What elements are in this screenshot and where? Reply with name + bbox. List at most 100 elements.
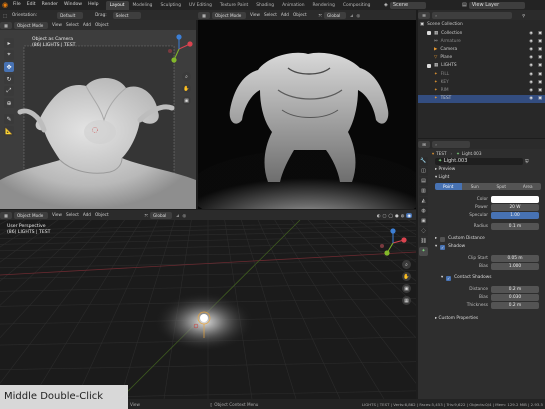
editor-type-icon[interactable]: ▦ [198, 11, 210, 19]
mode-dropdown[interactable]: Object Mode [212, 11, 246, 19]
transform-tool-icon[interactable]: ⊕ [4, 98, 14, 108]
menu-view[interactable]: View [50, 21, 64, 29]
light-section[interactable]: ▾ Light [431, 174, 545, 182]
world-tab-icon[interactable]: ◍ [419, 207, 428, 216]
pan-hand-icon[interactable]: ✋ [402, 272, 411, 281]
outliner-item-plane[interactable]: ▽ Plane ◉ ▣ [418, 54, 545, 62]
menu-select[interactable]: Select [64, 21, 81, 29]
fake-user-icon[interactable]: ⛨ [525, 159, 529, 165]
viewport-perspective[interactable]: User Perspective (86) LIGHTS | TEST ⌕ ✋ … [0, 210, 416, 399]
menu-add[interactable]: Add [81, 211, 93, 219]
menu-file[interactable]: File [10, 0, 24, 10]
transform-orientation-dropdown[interactable]: Global [323, 11, 346, 19]
editor-type-icon[interactable]: ▦ [0, 21, 12, 29]
drag-dropdown[interactable]: Select Box [112, 11, 141, 25]
render-camera-icon[interactable]: ▣ [538, 96, 542, 101]
transform-orientation-icon[interactable]: ⤧ [145, 213, 148, 218]
navigation-gizmo[interactable] [378, 228, 408, 258]
visibility-eye-icon[interactable]: ◉ [529, 47, 533, 52]
custom-properties-section[interactable]: ▸ Custom Properties [431, 315, 545, 323]
exclude-checkbox-icon[interactable] [427, 63, 431, 68]
proportional-edit-icon[interactable]: ◎ [182, 213, 186, 218]
outliner-scene-collection[interactable]: ▣ Scene Collection [418, 20, 545, 29]
workspace-tab-texture-paint[interactable]: Texture Paint [216, 1, 252, 10]
wireframe-shading-icon[interactable]: ◯ [388, 213, 393, 218]
render-camera-icon[interactable]: ▣ [538, 88, 542, 93]
workspace-tab-compositing[interactable]: Compositing [339, 1, 375, 10]
move-tool-icon[interactable]: ✥ [4, 62, 14, 72]
visibility-eye-icon[interactable]: ◉ [529, 80, 533, 85]
visibility-eye-icon[interactable]: ◉ [529, 96, 533, 101]
scale-tool-icon[interactable]: ⤢ [4, 86, 14, 96]
exclude-checkbox-icon[interactable] [427, 31, 431, 36]
navigation-gizmo[interactable] [164, 34, 194, 64]
workspace-tab-animation[interactable]: Animation [278, 1, 308, 10]
light-data-tab-icon[interactable]: ✦ [419, 247, 428, 256]
pan-hand-icon[interactable]: ✋ [182, 84, 191, 93]
render-camera-icon[interactable]: ▣ [538, 55, 542, 60]
menu-object[interactable]: Object [291, 11, 309, 19]
editor-type-icon[interactable]: ⊞ [418, 140, 430, 148]
snap-icon[interactable]: ⊿ [350, 13, 354, 18]
menu-help[interactable]: Help [85, 0, 101, 10]
checkbox-contact-shadows[interactable]: ✓ [446, 275, 452, 281]
outliner-item-key[interactable]: ✦ KEY ◉ ▣ [418, 78, 545, 86]
light-type-area[interactable]: Area [514, 182, 541, 190]
snap-icon[interactable]: ⊿ [176, 213, 180, 218]
proportional-edit-icon[interactable]: ◎ [356, 13, 360, 18]
scene-selector[interactable]: Scene [389, 1, 426, 9]
menu-object[interactable]: Object [93, 211, 111, 219]
workspace-tab-shading[interactable]: Shading [252, 1, 278, 10]
render-camera-icon[interactable]: ▣ [538, 63, 542, 68]
visibility-eye-icon[interactable]: ◉ [529, 72, 533, 77]
menu-select[interactable]: Select [262, 11, 279, 19]
outliner-item-rim[interactable]: ✦ RIM ◉ ▣ [418, 86, 545, 94]
power-field[interactable]: 20 W [491, 203, 539, 211]
menu-edit[interactable]: Edit [24, 0, 39, 10]
properties-search-field[interactable]: ⌕ [432, 140, 470, 148]
checkbox-custom-distance[interactable] [440, 236, 446, 242]
constraints-tab-icon[interactable]: ⛓ [419, 237, 428, 246]
workspace-tab-rendering[interactable]: Rendering [308, 1, 338, 10]
clip-start-field[interactable]: 0.05 m [491, 254, 539, 262]
camera-view-icon[interactable]: ▣ [182, 96, 191, 105]
view-layer-tab-icon[interactable]: ▥ [419, 187, 428, 196]
contact-thickness-field[interactable]: 0.2 m [491, 301, 539, 309]
workspace-tab-uv-editing[interactable]: UV Editing [185, 1, 216, 10]
solid-shading-icon[interactable]: ● [395, 213, 399, 218]
mode-dropdown[interactable]: Object Mode [14, 21, 48, 29]
contact-distance-field[interactable]: 0.2 m [491, 285, 539, 293]
object-tab-icon[interactable]: ▣ [419, 217, 428, 226]
measure-tool-icon[interactable]: 📐 [4, 126, 14, 136]
orientation-dropdown[interactable]: Default [57, 11, 84, 19]
outliner-item-camera[interactable]: ▶ Camera ◉ ▣ [418, 45, 545, 53]
menu-render[interactable]: Render [39, 0, 61, 10]
render-camera-icon[interactable]: ▣ [538, 31, 542, 36]
workspace-tab-layout[interactable]: Layout [105, 1, 129, 10]
visibility-eye-icon[interactable]: ◉ [529, 88, 533, 93]
menu-object[interactable]: Object [93, 21, 111, 29]
light-type-spot[interactable]: Spot [488, 182, 515, 190]
light-type-sun[interactable]: Sun [461, 182, 488, 190]
custom-distance-section[interactable]: ▸ Custom Distance [431, 235, 545, 243]
workspace-tab-sculpting[interactable]: Sculpting [156, 1, 185, 10]
color-swatch[interactable] [491, 195, 539, 203]
menu-add[interactable]: Add [279, 11, 291, 19]
blender-logo-icon[interactable]: ◉ [0, 0, 10, 10]
visibility-eye-icon[interactable]: ◉ [529, 31, 533, 36]
visibility-eye-icon[interactable]: ◉ [529, 39, 533, 44]
scene-tab-icon[interactable]: ◭ [419, 197, 428, 206]
contact-shadows-section[interactable]: ▾ ✓ Contact Shadows [431, 274, 545, 282]
menu-view[interactable]: View [248, 11, 262, 19]
light-type-point[interactable]: Point [435, 182, 462, 190]
material-shading-icon[interactable]: ◍ [401, 213, 405, 218]
zoom-icon[interactable]: ⌕ [402, 260, 411, 269]
annotate-tool-icon[interactable]: ✎ [4, 114, 14, 124]
checkbox-shadow[interactable]: ✓ [440, 244, 446, 250]
editor-type-icon[interactable]: ☰ [418, 11, 430, 19]
physics-tab-icon[interactable]: ◌ [419, 227, 428, 236]
camera-view-icon[interactable]: ▣ [402, 284, 411, 293]
output-tab-icon[interactable]: ▤ [419, 177, 428, 186]
datablock-selector[interactable]: ✦ Light.003 [435, 158, 523, 165]
filter-icon[interactable]: ⚲ [522, 13, 525, 18]
